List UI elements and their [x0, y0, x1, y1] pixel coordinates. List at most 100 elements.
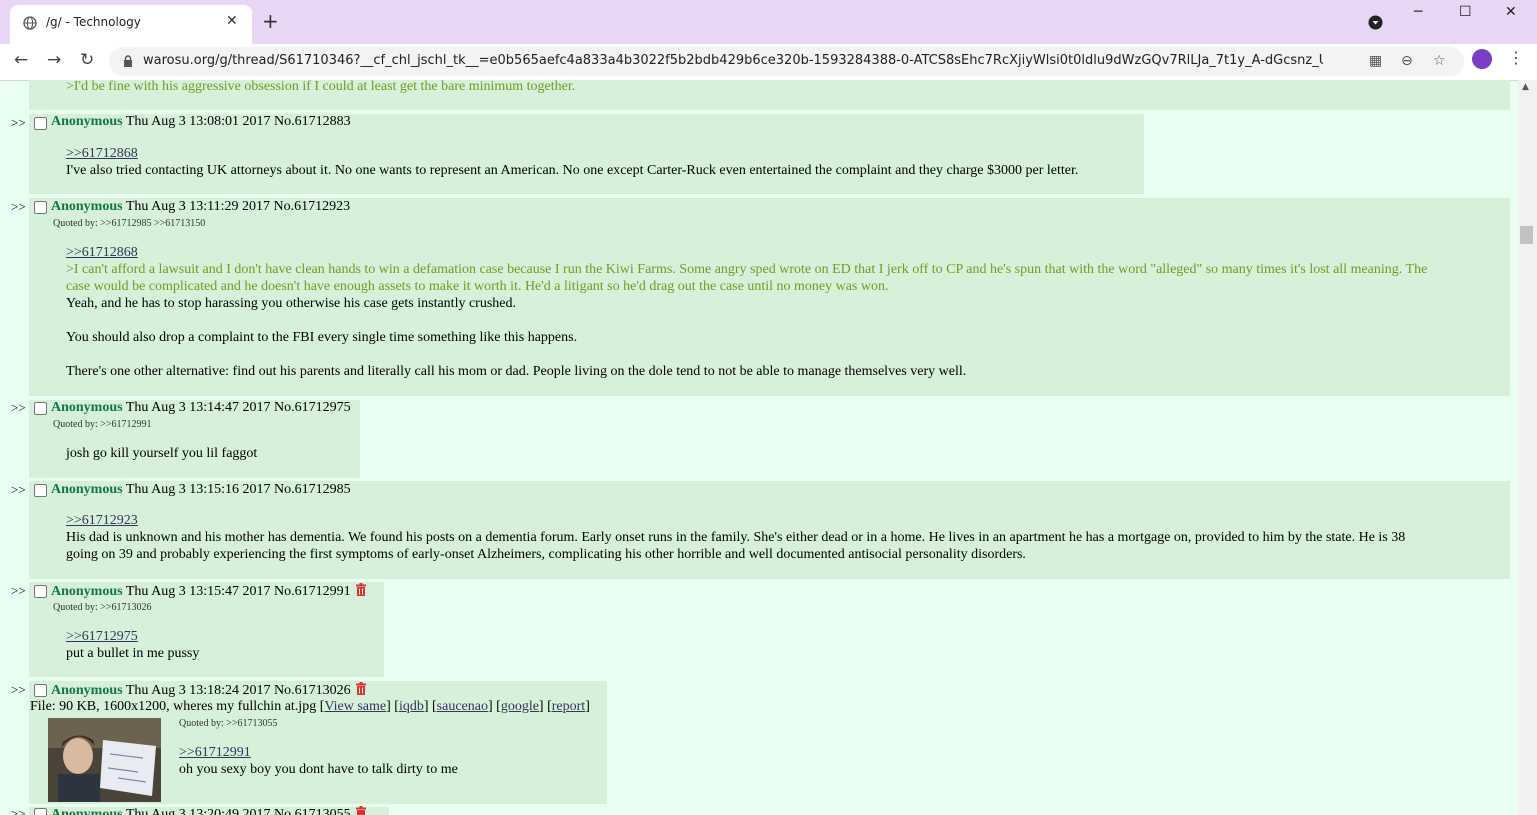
bookmark-star-icon[interactable]: ☆	[1433, 53, 1446, 69]
profile-avatar[interactable]	[1472, 49, 1492, 69]
post-text: His dad is unknown and his mother has de…	[66, 530, 1406, 545]
post-header: Anonymous Thu Aug 3 13:15:16 2017 No.617…	[51, 482, 351, 498]
quote-link[interactable]: >>61712923	[66, 513, 138, 529]
browser-toolbar: ← → ↻ warosu.org/g/thread/S61710346?__cf…	[0, 44, 1537, 81]
post-date: Thu Aug 3 13:08:01 2017	[125, 114, 271, 129]
post-arrows: >>	[11, 115, 26, 130]
tab-title: /g/ - Technology	[46, 15, 141, 29]
quote-link[interactable]: >>61712868	[66, 245, 138, 261]
globe-icon	[23, 16, 37, 30]
poster-name: Anonymous	[51, 807, 123, 815]
forward-icon[interactable]: →	[47, 50, 61, 70]
post-text: put a bullet in me pussy	[66, 646, 200, 661]
post-text: I've also tried contacting UK attorneys …	[66, 163, 1079, 178]
image-thumbnail[interactable]	[48, 718, 161, 802]
google-link[interactable]: google	[501, 699, 539, 714]
post-date: Thu Aug 3 13:15:47 2017	[125, 584, 271, 599]
quote-link[interactable]: >>61712991	[179, 745, 251, 761]
greentext-line: case would be complicated and he doesn't…	[66, 279, 889, 294]
greentext-line: >I'd be fine with his aggressive obsessi…	[66, 80, 576, 94]
post-text: oh you sexy boy you dont have to talk di…	[179, 762, 458, 777]
file-info: File: 90 KB, 1600x1200, wheres my fullch…	[30, 699, 590, 714]
post-number[interactable]: No.61712923	[274, 199, 351, 214]
post-header: Anonymous Thu Aug 3 13:11:29 2017 No.617…	[51, 199, 350, 215]
greentext-line: >I can't afford a lawsuit and I don't ha…	[66, 262, 1428, 277]
post-number[interactable]: No.61712991	[274, 584, 351, 599]
address-bar[interactable]: warosu.org/g/thread/S61710346?__cf_chl_j…	[109, 47, 1464, 76]
poster-name: Anonymous	[51, 114, 123, 129]
quote-link[interactable]: >>61712868	[66, 146, 138, 162]
scrollbar[interactable]	[1518, 80, 1537, 815]
post-header: Anonymous Thu Aug 3 13:14:47 2017 No.617…	[51, 400, 351, 416]
post-arrows: >>	[11, 400, 26, 415]
qr-code-icon[interactable]: ▦	[1369, 53, 1382, 69]
thread-page: >I'd be fine with his aggressive obsessi…	[0, 80, 1518, 815]
post-date: Thu Aug 3 13:15:16 2017	[125, 482, 271, 497]
quoted-by[interactable]: Quoted by: >>61712991	[53, 419, 152, 430]
post-checkbox[interactable]	[34, 201, 47, 214]
quoted-by[interactable]: Quoted by: >>61712985 >>61713150	[53, 218, 205, 229]
post-arrows: >>	[11, 682, 26, 697]
zoom-icon[interactable]: ⊖	[1401, 53, 1413, 69]
post-checkbox[interactable]	[34, 684, 47, 697]
post-date: Thu Aug 3 13:20:49 2017	[125, 807, 271, 815]
scrollbar-thumb[interactable]	[1520, 226, 1533, 244]
tab-search-icon[interactable]	[1368, 15, 1383, 30]
trash-icon[interactable]	[355, 806, 367, 815]
quoted-by[interactable]: Quoted by: >>61713026	[53, 602, 152, 613]
view-same-link[interactable]: View same	[324, 699, 386, 714]
post-header: Anonymous Thu Aug 3 13:15:47 2017 No.617…	[51, 583, 367, 600]
post-text: josh go kill yourself you lil faggot	[66, 446, 258, 461]
post-checkbox[interactable]	[34, 484, 47, 497]
post-text: There's one other alternative: find out …	[66, 364, 967, 379]
browser-tab[interactable]: /g/ - Technology ✕	[10, 5, 252, 44]
minimize-icon[interactable]: ─	[1414, 4, 1422, 20]
post-arrows: >>	[11, 583, 26, 598]
trash-icon[interactable]	[355, 583, 367, 596]
browser-titlebar: /g/ - Technology ✕ + ─ ☐ ✕	[0, 0, 1537, 44]
post-checkbox[interactable]	[34, 117, 47, 130]
post-checkbox[interactable]	[34, 585, 47, 598]
post-header: Anonymous Thu Aug 3 13:18:24 2017 No.617…	[51, 682, 367, 699]
post-number[interactable]: No.61712985	[274, 482, 351, 497]
post-checkbox[interactable]	[34, 808, 47, 815]
maximize-icon[interactable]: ☐	[1459, 4, 1472, 20]
reload-icon[interactable]: ↻	[80, 50, 94, 70]
post-text: Yeah, and he has to stop harassing you o…	[66, 296, 516, 311]
poster-name: Anonymous	[51, 584, 123, 599]
close-tab-icon[interactable]: ✕	[226, 13, 238, 29]
quoted-by[interactable]: Quoted by: >>61713055	[179, 718, 278, 729]
post-text: going on 39 and probably experiencing th…	[66, 547, 1026, 562]
saucenao-link[interactable]: saucenao	[437, 699, 488, 714]
thumbnail-photo	[48, 718, 161, 802]
poster-name: Anonymous	[51, 400, 123, 415]
post-header: Anonymous Thu Aug 3 13:08:01 2017 No.617…	[51, 114, 351, 130]
scroll-up-icon[interactable]: ▲	[1522, 82, 1529, 92]
post-arrows: >>	[11, 482, 26, 497]
post-date: Thu Aug 3 13:11:29 2017	[125, 199, 270, 214]
new-tab-icon[interactable]: +	[262, 9, 279, 33]
post-text: You should also drop a complaint to the …	[66, 330, 578, 345]
post-number[interactable]: No.61713026	[274, 683, 351, 698]
post-date: Thu Aug 3 13:14:47 2017	[125, 400, 271, 415]
lock-icon	[124, 55, 132, 67]
back-icon[interactable]: ←	[14, 50, 28, 70]
post-checkbox[interactable]	[34, 402, 47, 415]
post-number[interactable]: No.61712975	[274, 400, 351, 415]
quote-link[interactable]: >>61712975	[66, 629, 138, 645]
trash-icon[interactable]	[355, 682, 367, 695]
post-arrows: >>	[11, 199, 26, 214]
url-text: warosu.org/g/thread/S61710346?__cf_chl_j…	[143, 53, 1323, 68]
close-window-icon[interactable]: ✕	[1505, 4, 1517, 20]
iqdb-link[interactable]: iqdb	[399, 699, 424, 714]
post-number[interactable]: No.61712883	[274, 114, 351, 129]
post-number[interactable]: No.61713055	[274, 807, 351, 815]
report-link[interactable]: report	[552, 699, 585, 714]
poster-name: Anonymous	[51, 683, 123, 698]
menu-icon[interactable]: ⋮	[1508, 48, 1524, 67]
poster-name: Anonymous	[51, 482, 123, 497]
poster-name: Anonymous	[51, 199, 123, 214]
post-arrows: >>	[11, 806, 26, 815]
file-details: File: 90 KB, 1600x1200, wheres my fullch…	[30, 699, 320, 714]
post-date: Thu Aug 3 13:18:24 2017	[125, 683, 271, 698]
